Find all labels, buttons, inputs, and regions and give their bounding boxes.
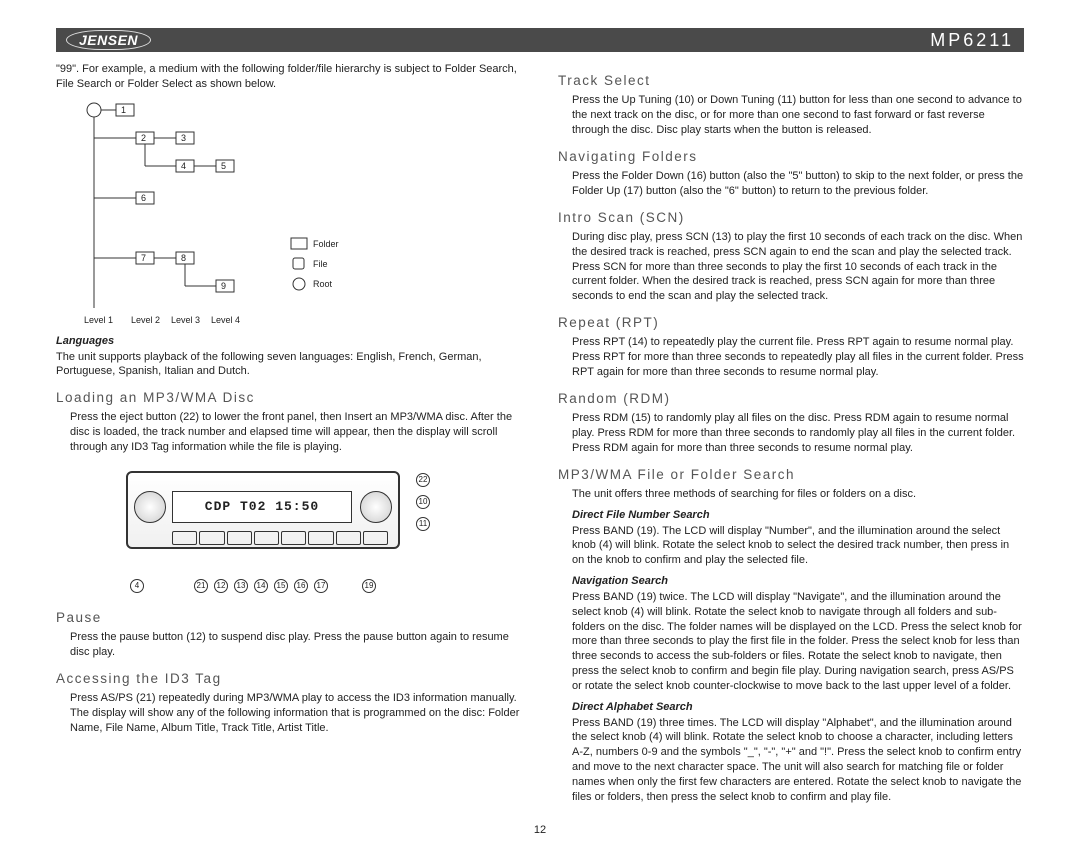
nav-folders-heading: Navigating Folders (558, 148, 1024, 166)
folder-tree-diagram: 1 2 3 4 5 6 7 8 9 Folder File Root (76, 98, 336, 328)
loading-heading: Loading an MP3/WMA Disc (56, 389, 522, 407)
svg-text:Root: Root (313, 279, 333, 289)
svg-text:2: 2 (141, 133, 146, 143)
callout-19: 19 (362, 579, 376, 593)
scn-heading: Intro Scan (SCN) (558, 209, 1024, 227)
callout-14: 14 (254, 579, 268, 593)
callout-13: 13 (234, 579, 248, 593)
callout-21: 21 (194, 579, 208, 593)
svg-text:Level 3: Level 3 (171, 315, 200, 325)
search-heading: MP3/WMA File or Folder Search (558, 466, 1024, 484)
track-select-text: Press the Up Tuning (10) or Down Tuning … (558, 93, 1024, 138)
header-bar: JENSEN MP6211 (56, 28, 1024, 52)
callout-12: 12 (214, 579, 228, 593)
callout-16: 16 (294, 579, 308, 593)
svg-text:1: 1 (121, 105, 126, 115)
id3-heading: Accessing the ID3 Tag (56, 670, 522, 688)
svg-text:3: 3 (181, 133, 186, 143)
brand-text: JENSEN (66, 30, 151, 50)
callout-10: 10 (416, 495, 430, 509)
rpt-heading: Repeat (RPT) (558, 314, 1024, 332)
svg-text:8: 8 (181, 253, 186, 263)
intro-text: "99". For example, a medium with the fol… (56, 62, 522, 92)
svg-text:6: 6 (141, 193, 146, 203)
pause-heading: Pause (56, 609, 522, 627)
navs-text: Press BAND (19) twice. The LCD will disp… (558, 590, 1024, 694)
svg-text:9: 9 (221, 281, 226, 291)
model-number: MP6211 (930, 30, 1014, 51)
scn-text: During disc play, press SCN (13) to play… (558, 230, 1024, 304)
rdm-heading: Random (RDM) (558, 390, 1024, 408)
pause-text: Press the pause button (12) to suspend d… (56, 630, 522, 660)
rdm-text: Press RDM (15) to randomly play all file… (558, 411, 1024, 456)
das-heading: Direct Alphabet Search (558, 700, 1024, 715)
svg-text:Level 2: Level 2 (131, 315, 160, 325)
id3-text: Press AS/PS (21) repeatedly during MP3/W… (56, 691, 522, 736)
callout-4: 4 (130, 579, 144, 593)
svg-text:Level 4: Level 4 (211, 315, 240, 325)
svg-text:Level 1: Level 1 (84, 315, 113, 325)
loading-text: Press the eject button (22) to lower the… (56, 410, 522, 455)
dfn-text: Press BAND (19). The LCD will display "N… (558, 524, 1024, 569)
navs-heading: Navigation Search (558, 574, 1024, 589)
languages-text: The unit supports playback of the follow… (56, 350, 522, 380)
dfn-heading: Direct File Number Search (558, 508, 1024, 523)
das-text: Press BAND (19) three times. The LCD wil… (558, 716, 1024, 805)
radio-screen-text: CDP T02 15:50 (172, 491, 352, 523)
languages-heading: Languages (56, 334, 522, 349)
right-column: Track Select Press the Up Tuning (10) or… (558, 62, 1024, 808)
svg-text:File: File (313, 259, 328, 269)
svg-text:5: 5 (221, 161, 226, 171)
track-select-heading: Track Select (558, 72, 1024, 90)
callout-22: 22 (416, 473, 430, 487)
search-intro-text: The unit offers three methods of searchi… (558, 487, 1024, 502)
callout-17: 17 (314, 579, 328, 593)
svg-text:7: 7 (141, 253, 146, 263)
callout-15: 15 (274, 579, 288, 593)
svg-text:Folder: Folder (313, 239, 339, 249)
callout-11: 11 (416, 517, 430, 531)
brand-logo: JENSEN (66, 30, 151, 50)
svg-text:4: 4 (181, 161, 186, 171)
rpt-text: Press RPT (14) to repeatedly play the cu… (558, 335, 1024, 380)
radio-faceplate-diagram: CDP T02 15:50 22 10 11 4 21 12 13 14 15 … (66, 459, 446, 599)
left-column: "99". For example, a medium with the fol… (56, 62, 522, 808)
nav-folders-text: Press the Folder Down (16) button (also … (558, 169, 1024, 199)
